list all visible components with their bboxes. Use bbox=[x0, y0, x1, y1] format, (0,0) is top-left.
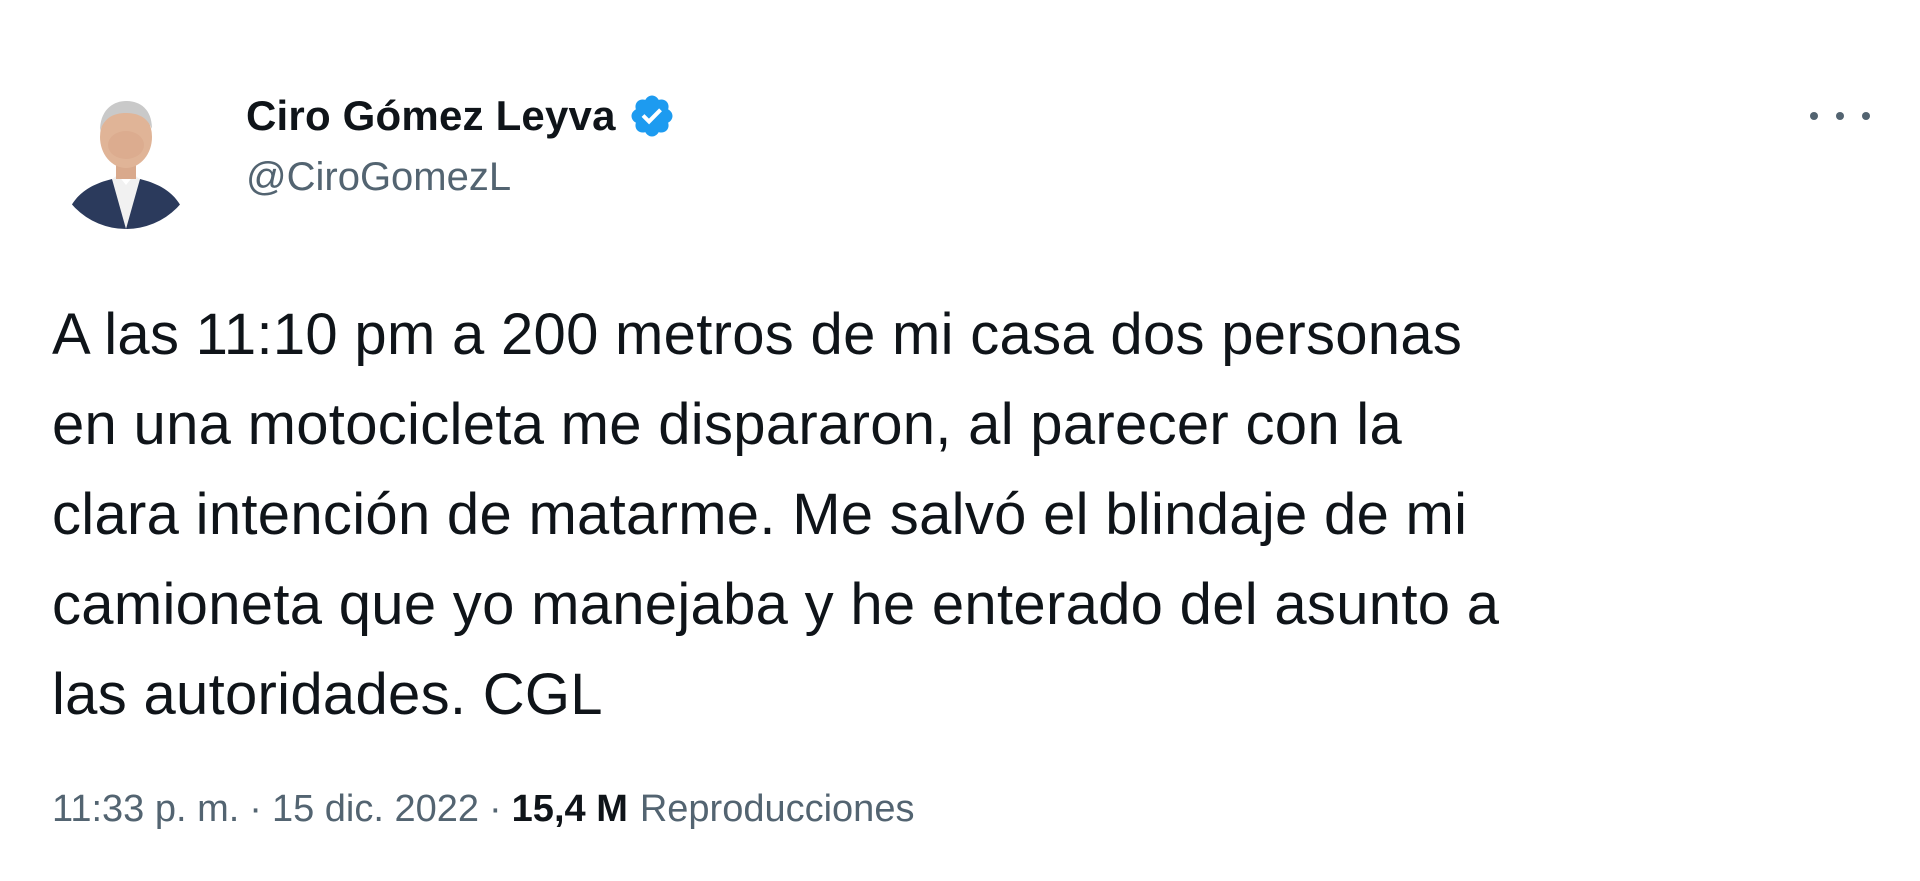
tweet-date[interactable]: 15 dic. 2022 bbox=[272, 788, 479, 831]
tweet-time[interactable]: 11:33 p. m. bbox=[52, 788, 239, 831]
more-options-icon[interactable] bbox=[1810, 96, 1870, 136]
avatar[interactable] bbox=[54, 85, 198, 229]
author-name-row: Ciro Gómez Leyva bbox=[246, 88, 676, 144]
views-count[interactable]: 15,4 M bbox=[512, 788, 628, 831]
views-label: Reproducciones bbox=[639, 788, 915, 830]
author-handle[interactable]: @CiroGomezL bbox=[246, 155, 511, 200]
profile-photo-icon bbox=[54, 85, 198, 229]
meta-separator: · bbox=[249, 788, 262, 830]
tweet-text: A las 11:10 pm a 200 metros de mi casa d… bbox=[52, 302, 1500, 727]
verified-badge-icon bbox=[628, 92, 676, 140]
tweet-card: Ciro Gómez Leyva @CiroGomezL A las 11:10… bbox=[0, 0, 1920, 881]
meta-separator: · bbox=[489, 788, 502, 830]
tweet-meta: 11:33 p. m. · 15 dic. 2022 · 15,4 M Repr… bbox=[52, 788, 914, 831]
author-display-name[interactable]: Ciro Gómez Leyva bbox=[246, 92, 616, 140]
